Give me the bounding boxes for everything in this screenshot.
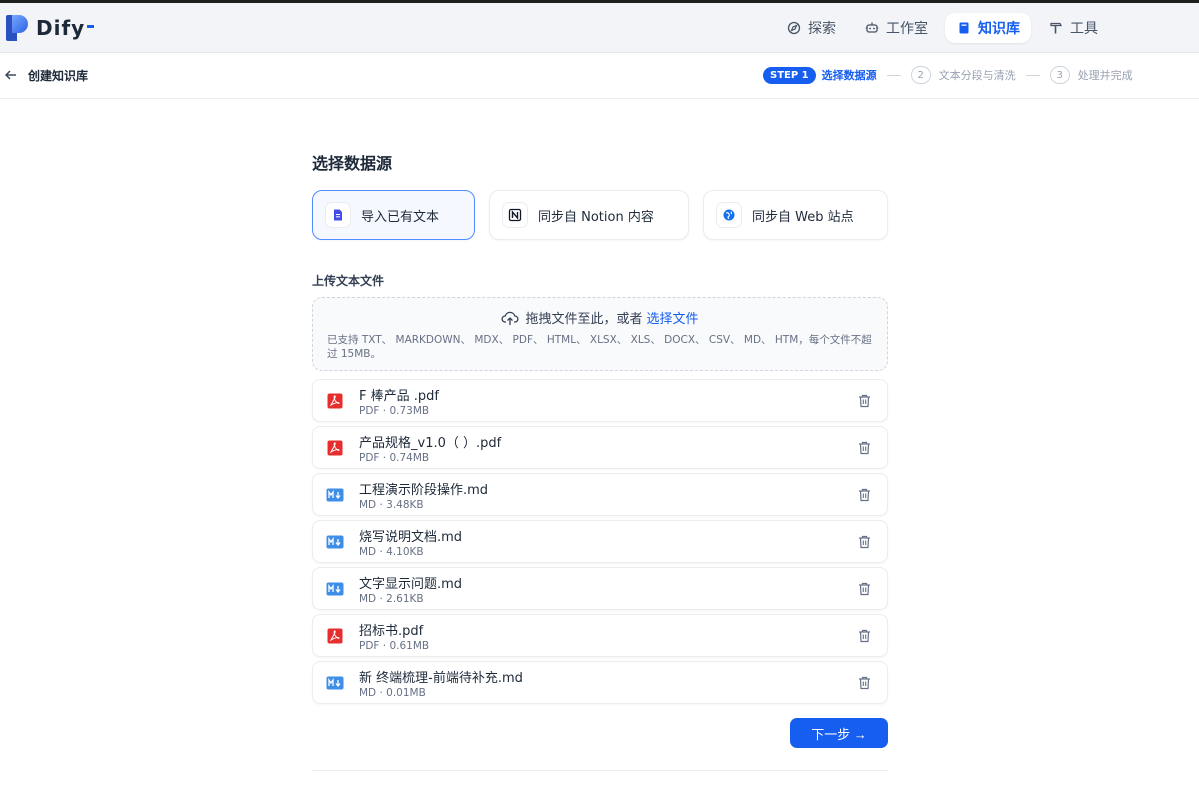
page-subheader: 创建知识库 STEP 1 选择数据源 2 文本分段与清洗 3 处理并完成	[0, 53, 1199, 99]
file-info: 新 终端梳理-前端待补充.md MD · 0.01MB	[359, 667, 855, 699]
nav-explore-label: 探索	[808, 21, 836, 37]
markdown-file-icon	[325, 485, 345, 505]
back-button[interactable]: 创建知识库	[4, 67, 88, 84]
nav-knowledge-label: 知识库	[978, 21, 1020, 37]
main-nav: 探索 工作室 知识库 工具	[775, 13, 1109, 43]
next-step-button[interactable]: 下一步 →	[790, 718, 888, 748]
step3-label: 处理并完成	[1077, 69, 1133, 82]
step2-label: 文本分段与清洗	[938, 69, 1016, 82]
dify-logo[interactable]: Dify	[6, 14, 95, 42]
source-notion[interactable]: 同步自 Notion 内容	[489, 190, 689, 240]
file-item[interactable]: 新 终端梳理-前端待补充.md MD · 0.01MB	[312, 661, 888, 704]
divider	[312, 770, 888, 771]
nav-studio-label: 工作室	[886, 21, 928, 37]
markdown-file-icon	[325, 532, 345, 552]
source-import-file-label: 导入已有文本	[361, 209, 440, 225]
file-name: 招标书.pdf	[359, 623, 424, 639]
dropzone-text: 拖拽文件至此，或者	[525, 312, 643, 327]
globe-icon	[716, 202, 742, 228]
create-dataset-form: 选择数据源 导入已有文本 同步自 Notion 内容 同步自 Web 站点 上传…	[312, 150, 888, 748]
file-meta: MD · 3.48KB	[359, 498, 424, 511]
pdf-file-icon	[325, 626, 345, 646]
markdown-file-icon	[325, 673, 345, 693]
datasource-options: 导入已有文本 同步自 Notion 内容 同步自 Web 站点	[312, 190, 888, 240]
dropzone-prompt: 拖拽文件至此，或者 选择文件	[327, 308, 873, 327]
file-meta: MD · 2.61KB	[359, 592, 424, 605]
notion-icon	[502, 202, 528, 228]
step1-label: 选择数据源	[821, 69, 877, 82]
file-meta: PDF · 0.74MB	[359, 451, 430, 464]
file-item[interactable]: 文字显示问题.md MD · 2.61KB	[312, 567, 888, 610]
file-item[interactable]: 招标书.pdf PDF · 0.61MB	[312, 614, 888, 657]
delete-file-icon[interactable]	[855, 627, 873, 645]
file-list: F 棒产品 .pdf PDF · 0.73MB 产品规格_v1.0（ ）.pdf…	[312, 379, 888, 704]
pdf-file-icon	[325, 391, 345, 411]
file-item[interactable]: 烧写说明文档.md MD · 4.10KB	[312, 520, 888, 563]
nav-tools[interactable]: 工具	[1037, 13, 1109, 43]
nav-studio[interactable]: 工作室	[853, 13, 939, 43]
delete-file-icon[interactable]	[855, 580, 873, 598]
file-name: 文字显示问题.md	[359, 576, 463, 592]
hammer-icon	[1048, 20, 1064, 36]
file-meta: MD · 0.01MB	[359, 686, 426, 699]
file-info: 工程演示阶段操作.md MD · 3.48KB	[359, 479, 855, 511]
delete-file-icon[interactable]	[855, 533, 873, 551]
nav-explore[interactable]: 探索	[775, 13, 847, 43]
file-name: 产品规格_v1.0（ ）.pdf	[359, 435, 502, 451]
file-item[interactable]: F 棒产品 .pdf PDF · 0.73MB	[312, 379, 888, 422]
robot-icon	[864, 20, 880, 36]
stepper: STEP 1 选择数据源 2 文本分段与清洗 3 处理并完成	[763, 66, 1133, 84]
delete-file-icon[interactable]	[855, 392, 873, 410]
dropzone-hint: 已支持 TXT、 MARKDOWN、 MDX、 PDF、 HTML、 XLSX、…	[327, 334, 872, 360]
source-notion-label: 同步自 Notion 内容	[538, 209, 654, 225]
step3-number: 3	[1049, 66, 1070, 84]
action-row: 下一步 →	[312, 718, 888, 748]
file-meta: PDF · 0.61MB	[359, 639, 430, 652]
file-item[interactable]: 工程演示阶段操作.md MD · 3.48KB	[312, 473, 888, 516]
upload-section-title: 上传文本文件	[312, 274, 385, 288]
file-name: 工程演示阶段操作.md	[359, 482, 489, 498]
step2-number: 2	[910, 66, 931, 84]
app-header: Dify 探索 工作室 知识库 工具	[0, 3, 1199, 53]
step-separator	[1025, 74, 1040, 76]
page-title: 创建知识库	[28, 69, 89, 83]
nav-knowledge[interactable]: 知识库	[945, 13, 1031, 43]
arrow-left-icon	[4, 68, 20, 84]
file-info: F 棒产品 .pdf PDF · 0.73MB	[359, 385, 855, 417]
choose-file-link[interactable]: 选择文件	[647, 308, 699, 327]
section-title: 选择数据源	[312, 154, 393, 173]
file-info: 产品规格_v1.0（ ）.pdf PDF · 0.74MB	[359, 432, 855, 464]
file-meta: PDF · 0.73MB	[359, 404, 430, 417]
file-name: 烧写说明文档.md	[359, 529, 463, 545]
step-separator	[886, 74, 901, 76]
delete-file-icon[interactable]	[855, 486, 873, 504]
source-website[interactable]: 同步自 Web 站点	[703, 190, 888, 240]
logo-underscore	[87, 24, 95, 28]
file-name: F 棒产品 .pdf	[359, 388, 439, 404]
file-name: 新 终端梳理-前端待补充.md	[359, 670, 523, 686]
file-info: 烧写说明文档.md MD · 4.10KB	[359, 526, 855, 558]
file-info: 招标书.pdf PDF · 0.61MB	[359, 620, 855, 652]
dify-logo-icon	[6, 15, 28, 41]
compass-icon	[786, 20, 802, 36]
cloud-upload-icon	[501, 310, 519, 326]
nav-tools-label: 工具	[1070, 21, 1098, 37]
markdown-file-icon	[325, 579, 345, 599]
app-name: Dify	[36, 16, 86, 40]
delete-file-icon[interactable]	[855, 674, 873, 692]
file-text-icon	[325, 202, 351, 228]
file-item[interactable]: 产品规格_v1.0（ ）.pdf PDF · 0.74MB	[312, 426, 888, 469]
source-import-file[interactable]: 导入已有文本	[312, 190, 475, 240]
delete-file-icon[interactable]	[855, 439, 873, 457]
file-info: 文字显示问题.md MD · 2.61KB	[359, 573, 855, 605]
source-website-label: 同步自 Web 站点	[752, 209, 854, 225]
file-dropzone[interactable]: 拖拽文件至此，或者 选择文件 已支持 TXT、 MARKDOWN、 MDX、 P…	[312, 297, 888, 371]
file-meta: MD · 4.10KB	[359, 545, 424, 558]
step1-badge: STEP 1	[763, 66, 816, 84]
pdf-file-icon	[325, 438, 345, 458]
book-icon	[956, 20, 972, 36]
